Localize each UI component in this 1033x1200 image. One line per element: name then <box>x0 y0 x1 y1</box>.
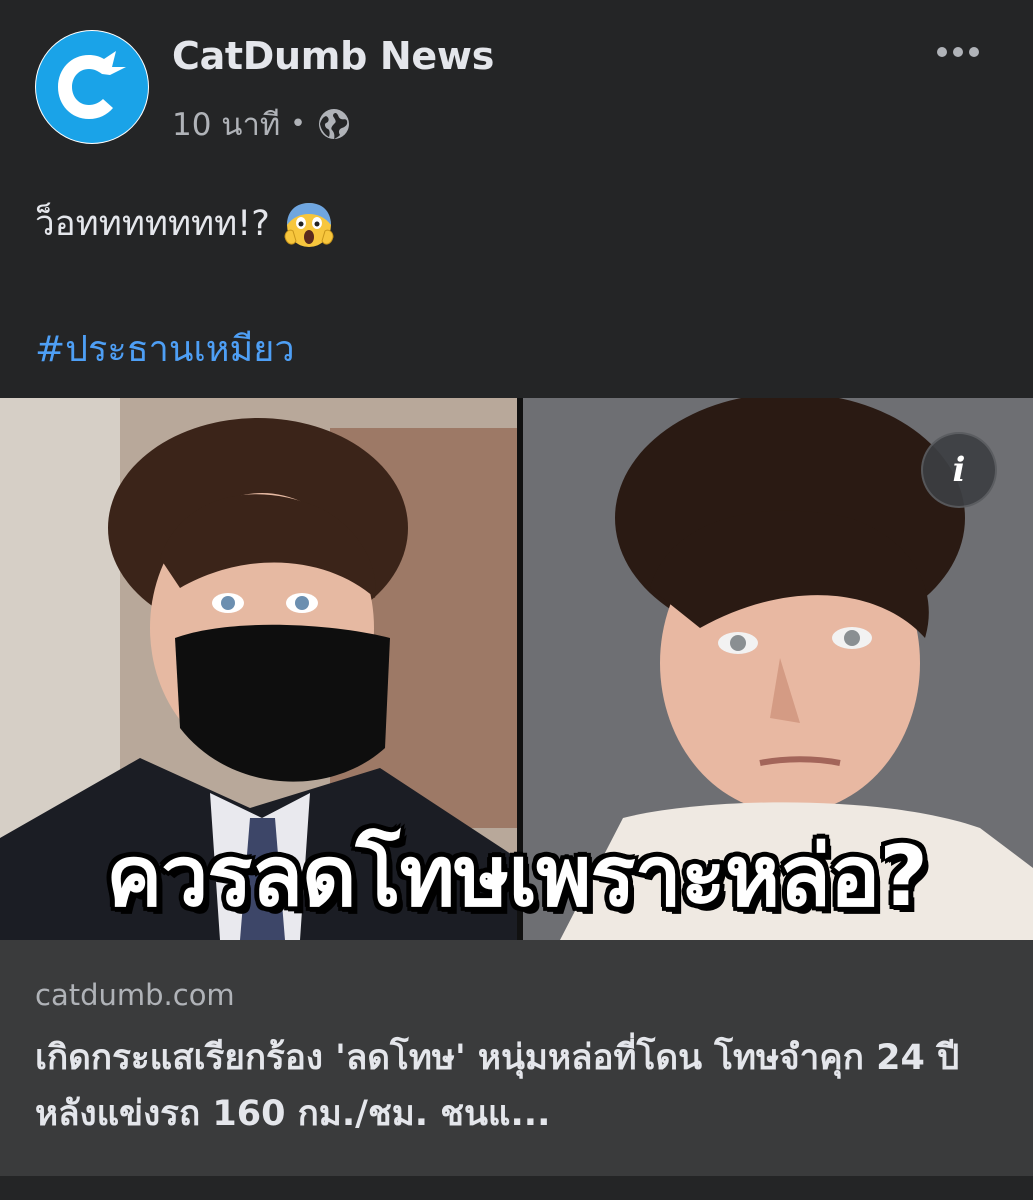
page-name[interactable]: CatDumb News <box>172 34 494 78</box>
screaming-face-emoji-icon <box>284 202 334 247</box>
more-dot-icon <box>937 47 947 57</box>
image-overlay-text: ควรลดโทษเพราะหล่อ? <box>106 827 928 925</box>
meta-separator: • <box>290 109 306 139</box>
link-title[interactable]: เกิดกระแสเรียกร้อง 'ลดโทษ' หนุ่มหล่อที่โ… <box>35 1030 995 1142</box>
link-preview[interactable]: catdumb.com เกิดกระแสเรียกร้อง 'ลดโทษ' ห… <box>0 940 1033 1176</box>
info-button[interactable]: i <box>921 432 997 508</box>
hashtag-link[interactable]: #ประธานเหมียว <box>35 320 295 377</box>
more-options-button[interactable] <box>933 32 983 72</box>
post-header: CatDumb News 10 นาที • <box>0 0 1033 170</box>
post-time[interactable]: 10 นาที <box>172 99 280 149</box>
post-caption: ว็อททททททท!? <box>35 196 336 251</box>
caption-text: ว็อททททททท!? <box>35 204 270 244</box>
post-meta: 10 นาที • <box>172 102 352 146</box>
more-dot-icon <box>953 47 963 57</box>
more-dot-icon <box>969 47 979 57</box>
page-avatar[interactable] <box>35 30 149 144</box>
globe-icon[interactable] <box>316 106 352 142</box>
catdumb-logo-icon <box>36 31 148 143</box>
link-domain: catdumb.com <box>35 978 235 1012</box>
